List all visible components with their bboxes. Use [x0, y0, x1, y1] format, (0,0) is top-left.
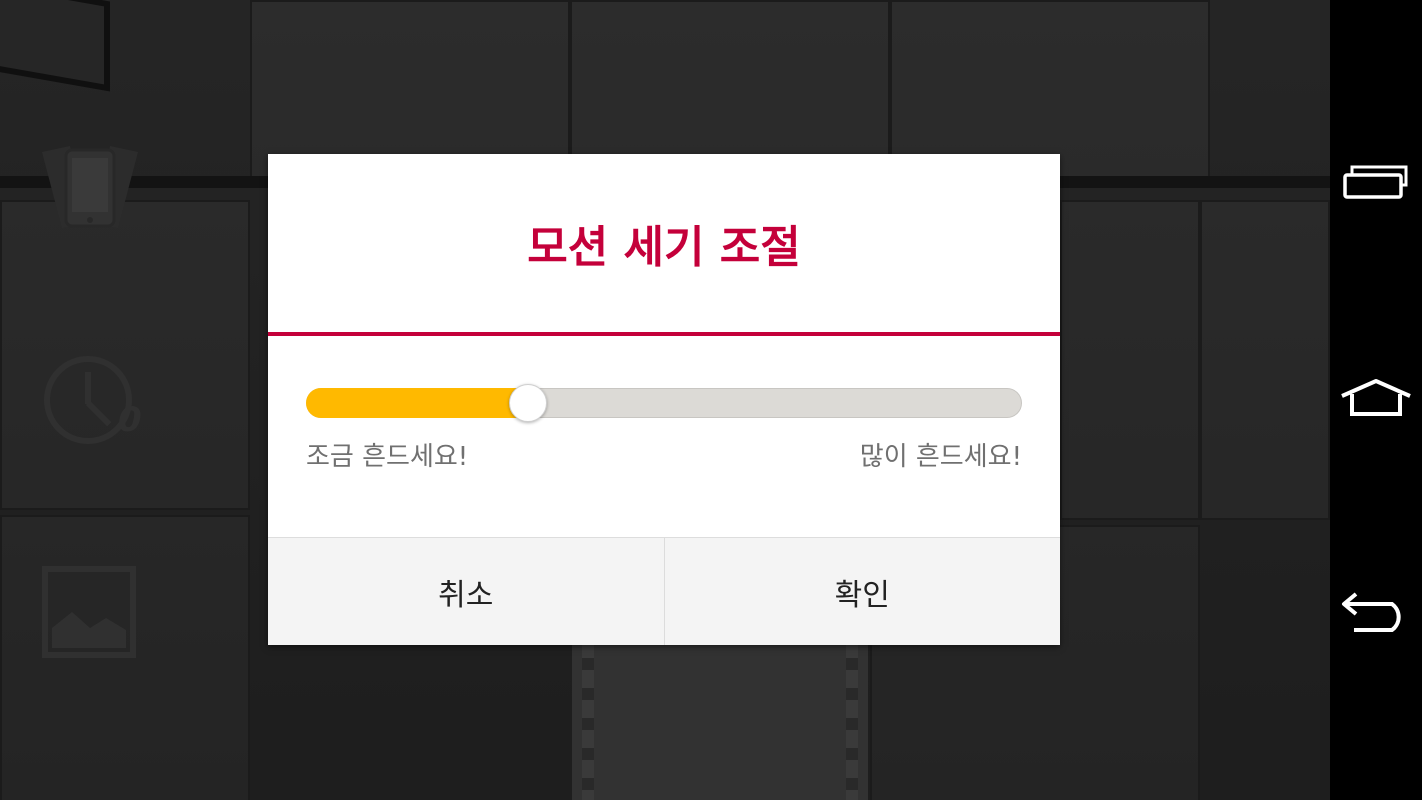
slider-min-label: 조금 흔드세요! — [306, 442, 469, 472]
slider-thumb[interactable] — [508, 384, 547, 422]
back-button[interactable] — [1330, 564, 1422, 664]
title-divider — [268, 332, 1060, 336]
motion-strength-dialog: 모션 세기 조절 조금 흔드세요! 많이 흔드세요! 취소 확인 — [268, 154, 1060, 645]
home-button[interactable] — [1330, 350, 1422, 450]
navigation-bar — [1330, 0, 1422, 800]
dialog-button-bar: 취소 확인 — [268, 537, 1060, 645]
slider-fill — [306, 388, 528, 418]
motion-strength-slider[interactable] — [306, 384, 1022, 422]
recent-apps-button[interactable] — [1330, 134, 1422, 234]
back-icon — [1340, 590, 1412, 638]
home-icon — [1338, 378, 1414, 422]
recent-apps-icon — [1342, 165, 1410, 203]
confirm-button[interactable]: 확인 — [665, 538, 1061, 645]
cancel-button[interactable]: 취소 — [268, 538, 664, 645]
dialog-title: 모션 세기 조절 — [527, 222, 801, 273]
slider-max-label: 많이 흔드세요! — [859, 442, 1022, 472]
